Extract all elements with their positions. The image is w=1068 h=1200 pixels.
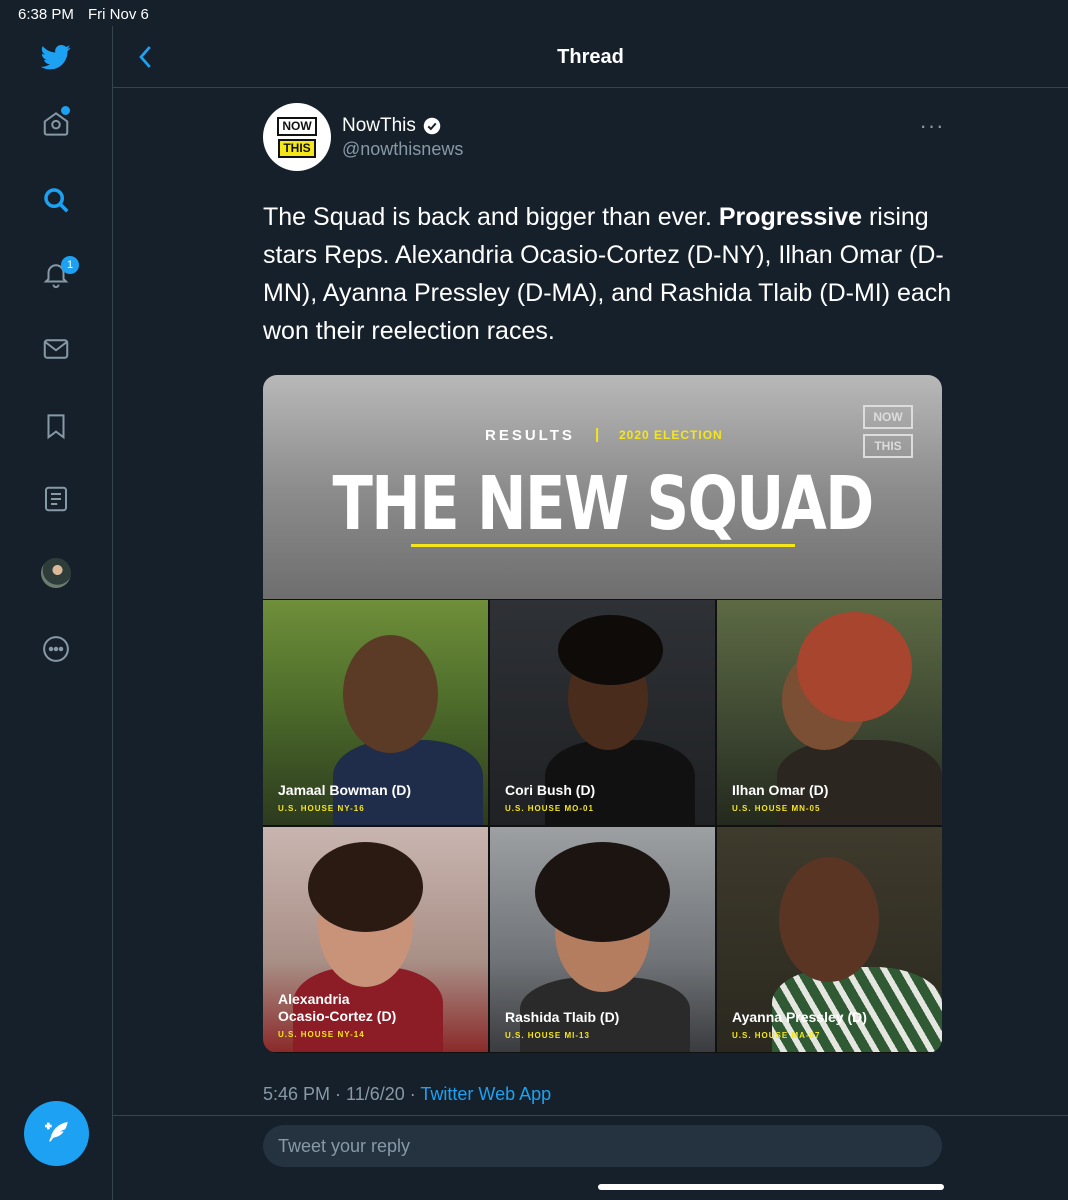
sidebar-nav: 1	[0, 26, 113, 1200]
candidate-seat: U.S. HOUSE MA-07	[732, 1031, 821, 1040]
compose-tweet-button[interactable]	[24, 1101, 89, 1166]
avatar-logo-top: NOW	[277, 116, 317, 136]
tweet-timestamp[interactable]: 5:46 PM · 11/6/20 ·	[263, 1084, 420, 1104]
bookmarks-icon[interactable]	[38, 408, 74, 444]
candidate-tile: Rashida Tlaib (D) U.S. HOUSE MI-13	[490, 827, 715, 1052]
divider	[113, 1115, 1068, 1116]
media-header-banner: RESULTS | 2020 ELECTION THE NEW SQUAD NO…	[263, 375, 942, 599]
photo-shape	[308, 842, 423, 932]
candidate-seat: U.S. HOUSE MN-05	[732, 804, 821, 813]
candidate-name: Alexandria	[278, 991, 350, 1007]
candidate-name-line2: Ocasio-Cortez (D)	[278, 1008, 397, 1024]
thread-header: Thread	[113, 26, 1068, 88]
nowthis-logo: NOW THIS	[863, 405, 913, 458]
verified-badge-icon	[423, 117, 441, 135]
photo-shape	[558, 615, 663, 685]
election-label: 2020 ELECTION	[619, 428, 723, 442]
candidate-seat: U.S. HOUSE MO-01	[505, 804, 594, 813]
headline-underline	[411, 544, 795, 547]
author-handle[interactable]: @nowthisnews	[342, 139, 463, 160]
explore-icon[interactable]	[38, 182, 74, 218]
tweet-source-link[interactable]: Twitter Web App	[420, 1084, 551, 1104]
status-bar: 6:38 PM Fri Nov 6	[0, 0, 1068, 26]
lists-icon[interactable]	[38, 481, 74, 517]
results-label: RESULTS	[485, 427, 575, 444]
author-name[interactable]: NowThis	[342, 115, 416, 137]
more-icon[interactable]	[38, 631, 74, 667]
candidate-tile: Cori Bush (D) U.S. HOUSE MO-01	[490, 600, 715, 825]
candidate-tile: Ayanna Pressley (D) U.S. HOUSE MA-07	[717, 827, 942, 1052]
candidate-seat: U.S. HOUSE MI-13	[505, 1031, 590, 1040]
home-unread-dot	[61, 106, 70, 115]
photo-shape	[343, 635, 438, 753]
candidate-seat: U.S. HOUSE NY-16	[278, 804, 365, 813]
more-options-icon[interactable]: ···	[918, 113, 946, 138]
avatar-logo-bottom: THIS	[278, 138, 316, 158]
messages-icon[interactable]	[38, 331, 74, 367]
candidate-tile: Ilhan Omar (D) U.S. HOUSE MN-05	[717, 600, 942, 825]
candidate-photo-grid: Jamaal Bowman (D) U.S. HOUSE NY-16 Cori …	[263, 600, 942, 1053]
compose-tweet-icon	[44, 1121, 68, 1141]
candidate-seat: U.S. HOUSE NY-14	[278, 1030, 365, 1039]
photo-shape	[779, 857, 879, 982]
profile-avatar[interactable]	[41, 558, 71, 588]
notifications-badge: 1	[61, 256, 79, 274]
home-indicator	[598, 1184, 944, 1190]
reply-input[interactable]: Tweet your reply	[263, 1125, 942, 1167]
tweet-text-bold: Progressive	[718, 203, 862, 231]
candidate-name: Cori Bush (D)	[505, 782, 596, 798]
tweet-text: The Squad is back and bigger than ever. …	[263, 198, 953, 350]
candidate-name: Ayanna Pressley (D)	[732, 1009, 867, 1025]
tweet-media-image[interactable]: RESULTS | 2020 ELECTION THE NEW SQUAD NO…	[263, 375, 942, 1053]
logo-bottom: THIS	[863, 434, 913, 458]
page-title: Thread	[557, 46, 624, 68]
photo-shape	[535, 842, 670, 942]
label-separator: |	[595, 426, 600, 443]
candidate-name: Ilhan Omar (D)	[732, 782, 829, 798]
media-headline: THE NEW SQUAD	[332, 461, 874, 547]
tweet-text-part1: The Squad is back and bigger than ever.	[263, 203, 719, 231]
twitter-logo-icon[interactable]	[38, 39, 74, 75]
candidate-name: Jamaal Bowman (D)	[278, 782, 412, 798]
candidate-name: Rashida Tlaib (D)	[505, 1009, 620, 1025]
status-date: Fri Nov 6	[88, 6, 149, 23]
candidate-tile: Jamaal Bowman (D) U.S. HOUSE NY-16	[263, 600, 488, 825]
status-time: 6:38 PM	[18, 6, 74, 23]
tweet-meta: 5:46 PM · 11/6/20 · Twitter Web App	[263, 1084, 551, 1105]
logo-top: NOW	[863, 405, 913, 429]
author-avatar[interactable]: NOW THIS	[263, 103, 331, 171]
candidate-tile: Alexandria Ocasio-Cortez (D) U.S. HOUSE …	[263, 827, 488, 1052]
photo-shape	[797, 612, 912, 722]
app-root: 6:38 PM Fri Nov 6 1 Thread NOW THIS NowT…	[0, 0, 1068, 1200]
